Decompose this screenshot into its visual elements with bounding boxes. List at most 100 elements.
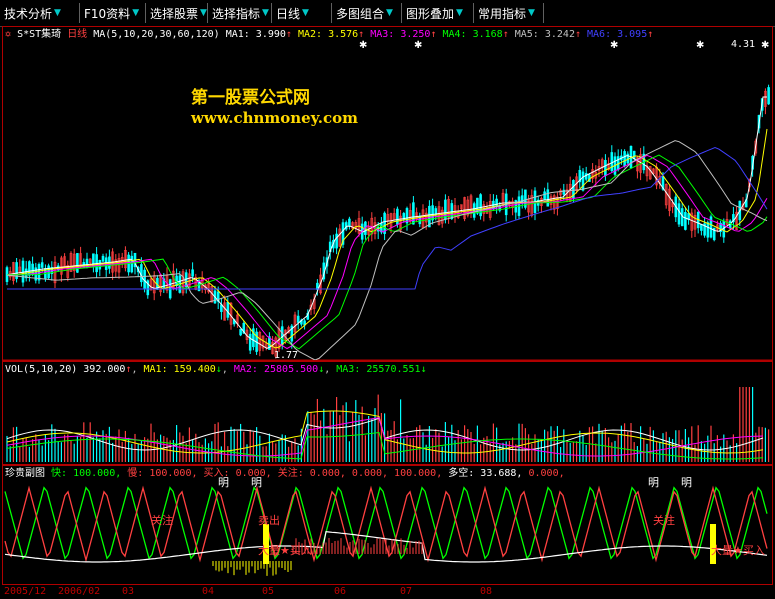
toolbar: 技术分析 ▼ F10资料 ▼ 选择股票 ▼ 选择指标 ▼ 日线 ▼ 多图组合 ▼ 图形叠加 ▼ 常用指标 ▼ — [0, 0, 775, 27]
maichu-label: 卖出 — [258, 513, 280, 527]
candle-body — [101, 255, 105, 262]
candle-body — [130, 255, 134, 273]
toolbar-item-5[interactable]: 多图组合 ▼ — [332, 3, 402, 23]
dropdown-arrow-icon[interactable]: ▼ — [302, 8, 309, 18]
toolbar-item-label: 图形叠加 — [406, 6, 455, 21]
ma-legend-6: MA6: 3.095↑ — [587, 29, 654, 40]
price-legend: ✡ S*ST集琦 日线 MA(5,10,20,30,60,120) MA1: 3… — [5, 28, 653, 41]
candle-body — [706, 222, 710, 238]
guanzhu-label: 关注 — [151, 513, 173, 527]
ma-line-4 — [7, 154, 768, 350]
date-tick: 06 — [334, 586, 347, 597]
toolbar-item-label: 选择指标 — [212, 6, 261, 21]
vol-value: 392.000 — [83, 364, 126, 375]
ming-label: 明 — [681, 476, 692, 489]
dropdown-arrow-icon[interactable]: ▼ — [386, 8, 393, 18]
toolbar-item-4[interactable]: 日线 ▼ — [272, 3, 332, 23]
date-tick: 07 — [400, 586, 413, 597]
vol-indicator-name: VOL(5,10,20) — [5, 364, 78, 375]
candle-body — [248, 333, 252, 351]
ma-indicator-name: MA(5,10,20,30,60,120) — [93, 29, 220, 40]
toolbar-item-0[interactable]: 技术分析 ▼ — [0, 3, 80, 23]
candle-body — [581, 171, 585, 191]
ma-legend-1: MA1: 3.990↑ — [225, 29, 298, 40]
candle-body — [191, 269, 194, 277]
date-tick: 05 — [262, 586, 275, 597]
watermark-url: www.chnmoney.com — [191, 109, 358, 127]
toolbar-item-label: F10资料 — [84, 6, 131, 21]
buy-signal-label: 大量★买入 — [258, 543, 312, 557]
star-marker-icon: ✱ — [761, 40, 769, 51]
star-marker-icon: ✱ — [359, 40, 367, 51]
star-marker-icon: ✱ — [696, 40, 704, 51]
indicator-slow: 慢: 100.000, — [127, 468, 198, 479]
candle-body — [28, 261, 31, 276]
dropdown-arrow-icon[interactable]: ▼ — [262, 8, 269, 18]
candle-body — [396, 208, 399, 225]
toolbar-item-label: 日线 — [276, 6, 301, 21]
date-tick: 2005/12 — [4, 586, 47, 597]
date-tick: 03 — [122, 586, 135, 597]
low-price-label: 1.77 — [274, 350, 299, 361]
candle-body — [140, 264, 143, 283]
candle-body — [31, 263, 34, 275]
indicator-legend: 珍贵副图 快: 100.000, 慢: 100.000, 买入: 0.000, … — [5, 467, 565, 480]
candle-body — [495, 198, 498, 207]
candle-body — [444, 199, 447, 220]
vol-ma1: 159.400 — [173, 364, 216, 375]
candle-body — [543, 191, 546, 201]
toolbar-item-6[interactable]: 图形叠加 ▼ — [402, 3, 474, 23]
candle-body — [431, 205, 434, 221]
toolbar-item-7[interactable]: 常用指标 ▼ — [474, 3, 544, 23]
candle-body — [632, 150, 636, 159]
dropdown-arrow-icon[interactable]: ▼ — [54, 8, 61, 18]
price-chart-panel[interactable]: ✱ ✱ ✱ ✱ ✱ ✡ S*ST集琦 日线 MA(5,10,20,30,60,120) … — [2, 26, 773, 361]
toolbar-item-3[interactable]: 选择指标 ▼ — [208, 3, 272, 23]
candle-body — [610, 152, 614, 172]
toolbar-item-label: 技术分析 — [4, 6, 53, 21]
toolbar-item-label: 多图组合 — [336, 6, 385, 21]
toolbar-item-2[interactable]: 选择股票 ▼ — [146, 3, 208, 23]
toolbar-item-label: 常用指标 — [478, 6, 527, 21]
candle-body — [700, 224, 703, 231]
stock-marker-icon: ✡ — [5, 29, 12, 40]
buy-signal-label: 大量★买入 — [711, 543, 765, 557]
dropdown-arrow-icon[interactable]: ▼ — [200, 8, 207, 18]
candle-body — [604, 160, 607, 176]
indicator-chart-panel[interactable]: 明明明明关注 关注 卖出 大量★买入 大量★买入 珍贵副图 快: 100.000, 慢:… — [2, 465, 773, 585]
volume-chart-panel[interactable]: VOL(5,10,20) 392.000↑, MA1: 159.400↓, MA… — [2, 361, 773, 465]
dropdown-arrow-icon[interactable]: ▼ — [528, 8, 535, 18]
price-chart-canvas: ✱ ✱ ✱ ✱ ✱ — [3, 40, 772, 360]
ming-label: 明 — [648, 476, 659, 489]
date-tick: 04 — [202, 586, 215, 597]
ma-legend-5: MA5: 3.242↑ — [514, 29, 588, 40]
indicator-tail: 0.000, — [528, 468, 565, 479]
candle-body — [40, 262, 44, 268]
vol-ma2: 25805.500 — [264, 364, 319, 375]
indicator-fast: 快: 100.000, — [51, 468, 122, 479]
candle-body — [296, 315, 300, 323]
toolbar-item-1[interactable]: F10资料 ▼ — [80, 3, 146, 23]
dropdown-arrow-icon[interactable]: ▼ — [456, 8, 463, 18]
stock-name: S*ST集琦 — [17, 29, 62, 40]
candle-body — [76, 253, 79, 273]
candle-body — [677, 203, 681, 225]
candle-body — [546, 189, 550, 207]
volume-legend: VOL(5,10,20) 392.000↑, MA1: 159.400↓, MA… — [5, 364, 427, 375]
date-tick: 2006/02 — [58, 586, 101, 597]
volume-chart-canvas — [6, 387, 770, 462]
ma-legend-3: MA3: 3.250↑ — [370, 29, 443, 40]
period-label: 日线 — [67, 29, 88, 40]
candle-body — [584, 173, 588, 180]
dropdown-arrow-icon[interactable]: ▼ — [132, 8, 139, 18]
ma-legend-2: MA2: 3.576↑ — [297, 29, 371, 40]
ma-line-2 — [7, 128, 768, 349]
ma-line-1 — [6, 96, 767, 349]
star-marker-icon: ✱ — [414, 40, 422, 51]
date-tick: 08 — [480, 586, 493, 597]
date-axis: 2005/12 2006/02 03 04 05 06 07 08 — [0, 585, 775, 599]
candle-body — [335, 233, 338, 249]
indicator-chart-canvas: 明明明明关注 关注卖出大量★买入 大量★买入 — [4, 476, 768, 576]
vol-ma3: 25570.551 — [366, 364, 421, 375]
high-price-label: 4.31 — [731, 39, 756, 50]
